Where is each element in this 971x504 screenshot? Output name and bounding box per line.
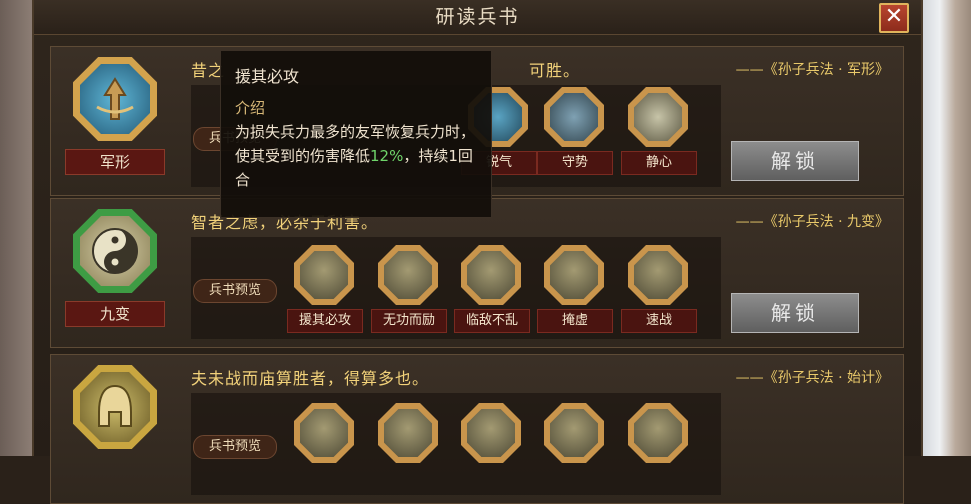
crossed-weapons-icon bbox=[634, 409, 682, 457]
jiubian-unlock-button[interactable]: 解锁 bbox=[731, 293, 859, 333]
junxing-quote-end: 可胜。 bbox=[529, 61, 581, 80]
shiji-source: ——《孙子兵法 · 始计》 bbox=[735, 370, 889, 386]
skill-shiji-4[interactable] bbox=[541, 403, 607, 463]
shiji-preview-button[interactable]: 兵书预览 bbox=[193, 435, 277, 459]
skill-suzhan-label: 速战 bbox=[621, 309, 697, 333]
raised-sword-icon bbox=[384, 251, 432, 299]
shiji-badge-icon[interactable] bbox=[73, 365, 157, 449]
spear-strike-icon bbox=[550, 251, 598, 299]
tooltip-title: 援其必攻 bbox=[235, 67, 300, 86]
skill-wugongerli-label: 无功而励 bbox=[371, 309, 447, 333]
skill-shiji-3[interactable] bbox=[458, 403, 524, 463]
background-right bbox=[919, 0, 971, 456]
cavalry-horse-icon bbox=[634, 251, 682, 299]
skill-wugongerli[interactable]: 无功而励 bbox=[371, 245, 447, 333]
yin-yang-icon bbox=[92, 228, 138, 274]
background-left bbox=[0, 0, 32, 456]
close-button[interactable]: ✕ bbox=[879, 3, 909, 33]
skill-jingxin-label: 静心 bbox=[621, 151, 697, 175]
window-title-text: 研读兵书 bbox=[435, 6, 520, 28]
book-row-shiji: 夫未战而庙算胜者，得算多也。 ——《孙子兵法 · 始计》 兵书预览 bbox=[50, 354, 904, 504]
study-panel: 研读兵书 ✕ 军形 昔之 可胜。 ——《孙子兵法 · 军形》 兵书预览 锐气 守… bbox=[32, 0, 923, 504]
junxing-badge-name: 军形 bbox=[65, 149, 165, 175]
skill-suzhan[interactable]: 速战 bbox=[621, 245, 697, 333]
skill-tooltip: 援其必攻 介绍 为损失兵力最多的友军恢复兵力时，使其受到的伤害降低12%，持续1… bbox=[220, 50, 492, 218]
skill-lindibuluan[interactable]: 临敌不乱 bbox=[454, 245, 530, 333]
tooltip-desc-highlight: 12% bbox=[370, 147, 404, 165]
book-row-jiubian: 九变 智者之虑，必杂于利害。 ——《孙子兵法 · 九变》 兵书预览 援其必攻 无… bbox=[50, 198, 904, 348]
jiubian-preview-button[interactable]: 兵书预览 bbox=[193, 279, 277, 303]
skill-shiji-5[interactable] bbox=[625, 403, 691, 463]
skill-yanxu-label: 掩虚 bbox=[537, 309, 613, 333]
skill-yanxu[interactable]: 掩虚 bbox=[537, 245, 613, 333]
soldier-group-icon bbox=[467, 409, 515, 457]
commander-icon bbox=[550, 409, 598, 457]
tooltip-section-label: 介绍 bbox=[235, 99, 266, 117]
skill-jingxin[interactable]: 静心 bbox=[621, 87, 697, 175]
eye-icon bbox=[300, 409, 348, 457]
helmet-icon bbox=[98, 384, 132, 427]
jiubian-badge-icon[interactable] bbox=[73, 209, 157, 293]
jiubian-badge-name: 九变 bbox=[65, 301, 165, 327]
skill-lindibuluan-label: 临敌不乱 bbox=[454, 309, 530, 333]
shiji-quote: 夫未战而庙算胜者，得算多也。 bbox=[191, 369, 430, 388]
shield-wall-icon bbox=[550, 93, 598, 141]
armored-soldier-icon bbox=[300, 251, 348, 299]
skill-yuanqibigong[interactable]: 援其必攻 bbox=[287, 245, 363, 333]
tooltip-description: 为损失兵力最多的友军恢复兵力时，使其受到的伤害降低12%，持续1回合 bbox=[235, 120, 477, 192]
skill-shoushi[interactable]: 守势 bbox=[537, 87, 613, 175]
skill-shiji-1[interactable] bbox=[291, 403, 357, 463]
junxing-badge-icon[interactable] bbox=[73, 57, 157, 141]
junxing-source: ——《孙子兵法 · 军形》 bbox=[735, 62, 889, 78]
skill-shoushi-label: 守势 bbox=[537, 151, 613, 175]
skill-yuanqibigong-label: 援其必攻 bbox=[287, 309, 363, 333]
junxing-unlock-button[interactable]: 解锁 bbox=[731, 141, 859, 181]
window-title: 研读兵书 bbox=[34, 0, 921, 35]
meditating-figure-icon bbox=[634, 93, 682, 141]
scroll-icon bbox=[384, 409, 432, 457]
skill-shiji-2[interactable] bbox=[375, 403, 441, 463]
warrior-helmet-icon bbox=[467, 251, 515, 299]
jiubian-source: ——《孙子兵法 · 九变》 bbox=[735, 214, 889, 230]
